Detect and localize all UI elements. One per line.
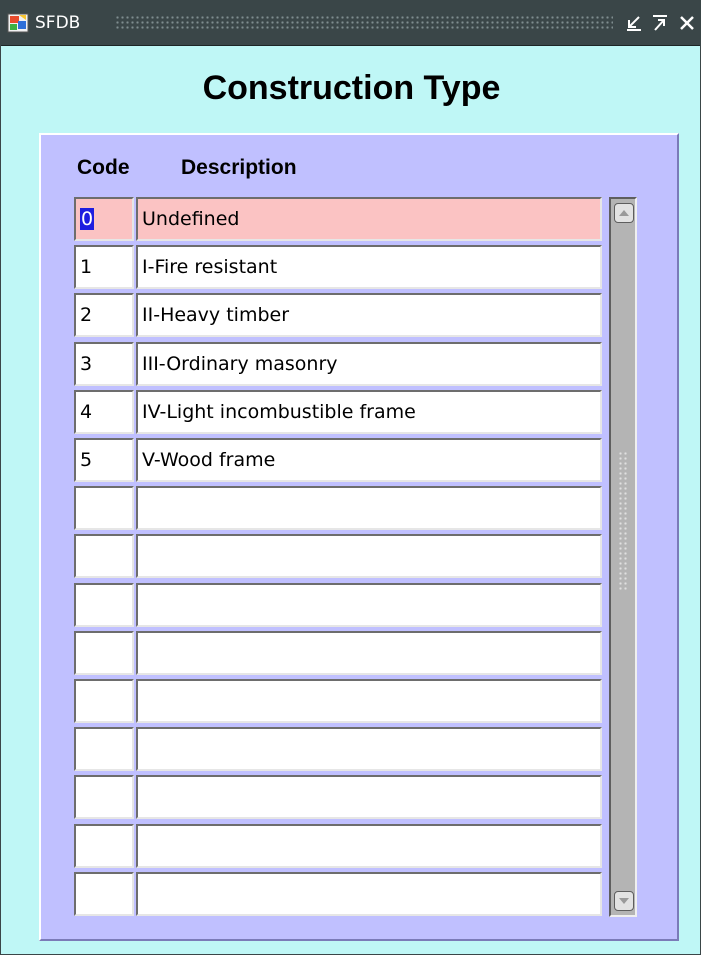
code-field[interactable] <box>74 727 134 771</box>
table-row[interactable] <box>74 775 604 821</box>
description-field[interactable]: IV-Light incombustible frame <box>136 390 602 434</box>
code-field[interactable] <box>74 534 134 578</box>
column-header-code: Code <box>77 156 130 179</box>
description-field[interactable] <box>136 679 602 723</box>
window-title: SFDB <box>35 13 81 33</box>
description-field[interactable] <box>136 727 602 771</box>
description-field[interactable] <box>136 486 602 530</box>
application-window: SFDB Construction Type Code Description … <box>0 0 701 955</box>
vertical-scrollbar[interactable] <box>609 197 637 917</box>
description-field[interactable] <box>136 631 602 675</box>
code-field[interactable] <box>74 775 134 819</box>
description-field[interactable]: I-Fire resistant <box>136 245 602 289</box>
selected-code-text: 0 <box>80 208 95 230</box>
description-field[interactable]: V-Wood frame <box>136 438 602 482</box>
code-field[interactable] <box>74 679 134 723</box>
code-field[interactable] <box>74 872 134 916</box>
description-field[interactable]: III-Ordinary masonry <box>136 342 602 386</box>
title-bar-texture <box>115 15 613 31</box>
table-row[interactable]: 4 IV-Light incombustible frame <box>74 390 604 436</box>
table-row[interactable]: 2 II-Heavy timber <box>74 293 604 339</box>
code-field[interactable]: 0 <box>74 197 134 241</box>
description-field[interactable] <box>136 872 602 916</box>
code-field[interactable]: 3 <box>74 342 134 386</box>
description-field[interactable] <box>136 583 602 627</box>
table-row[interactable] <box>74 727 604 773</box>
code-field[interactable]: 4 <box>74 390 134 434</box>
description-field[interactable] <box>136 775 602 819</box>
code-field[interactable]: 2 <box>74 293 134 337</box>
code-field[interactable] <box>74 631 134 675</box>
app-icon[interactable] <box>7 12 29 34</box>
description-field[interactable] <box>136 534 602 578</box>
description-field[interactable]: II-Heavy timber <box>136 293 602 337</box>
table-row[interactable] <box>74 534 604 580</box>
code-field[interactable]: 1 <box>74 245 134 289</box>
code-field[interactable] <box>74 486 134 530</box>
minimize-icon[interactable] <box>623 11 645 35</box>
code-field[interactable] <box>74 583 134 627</box>
table-row[interactable]: 1 I-Fire resistant <box>74 245 604 291</box>
table-row[interactable]: 5 V-Wood frame <box>74 438 604 484</box>
code-field[interactable] <box>74 824 134 868</box>
scrollbar-thumb-grip[interactable] <box>618 451 628 591</box>
title-bar[interactable]: SFDB <box>1 1 700 46</box>
table-row[interactable] <box>74 679 604 725</box>
table-row[interactable] <box>74 631 604 677</box>
table-row[interactable] <box>74 583 604 629</box>
scroll-down-arrow-icon[interactable] <box>614 891 634 911</box>
form-heading: Construction Type <box>202 69 501 107</box>
description-field[interactable]: Undefined <box>136 197 602 241</box>
table-row[interactable]: 0 Undefined <box>74 197 604 243</box>
table-row[interactable]: 3 III-Ordinary masonry <box>74 342 604 388</box>
table-row[interactable] <box>74 872 604 918</box>
table-row[interactable] <box>74 824 604 870</box>
scroll-up-arrow-icon[interactable] <box>614 203 634 223</box>
maximize-icon[interactable] <box>649 11 671 35</box>
close-icon[interactable] <box>676 11 698 35</box>
table-row[interactable] <box>74 486 604 532</box>
description-field[interactable] <box>136 824 602 868</box>
column-header-description: Description <box>181 156 297 179</box>
code-field[interactable]: 5 <box>74 438 134 482</box>
